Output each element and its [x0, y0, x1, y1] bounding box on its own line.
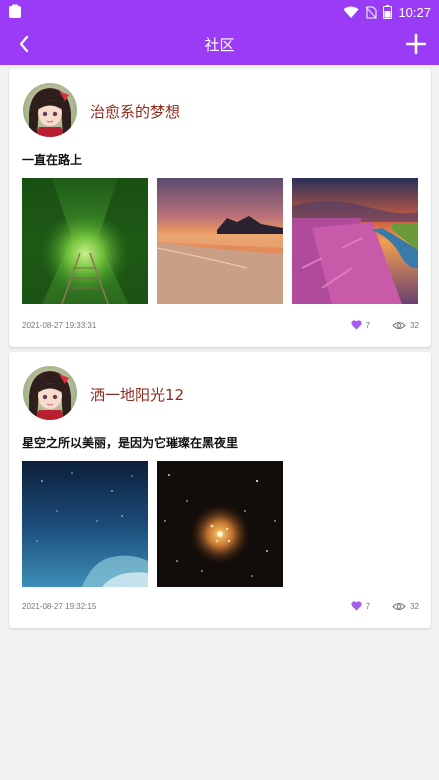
post-stats: 7 32 — [351, 601, 419, 611]
post-content: 一直在路上 — [22, 153, 83, 167]
eye-icon — [392, 602, 406, 610]
post-username[interactable]: 治愈系的梦想 — [90, 101, 180, 122]
post-card[interactable]: 洒一地阳光12 星空之所以美丽，是因为它璀璨在黑夜里 2021-08-27 19… — [9, 352, 431, 628]
flower-coast-photo[interactable] — [292, 178, 418, 304]
post-images — [22, 461, 283, 587]
view-stat: 32 — [392, 602, 419, 611]
green-tunnel-photo[interactable] — [22, 178, 148, 304]
view-stat: 32 — [392, 321, 419, 330]
post-time: 2021-08-27 19:33:31 — [22, 321, 97, 330]
post-images — [22, 178, 418, 304]
post-card[interactable]: 治愈系的梦想 一直在路上 2021-08-27 19:33:31 7 32 — [9, 69, 431, 347]
view-count: 32 — [410, 601, 419, 611]
add-post-button[interactable] — [403, 31, 429, 57]
sunset-beach-photo[interactable] — [157, 178, 283, 304]
battery-icon — [383, 5, 393, 19]
status-time: 10:27 — [398, 4, 431, 20]
like-count: 7 — [365, 601, 371, 611]
post-time: 2021-08-27 19:32:15 — [22, 602, 97, 611]
night-sky-photo[interactable] — [22, 461, 148, 587]
plus-icon — [406, 34, 426, 54]
heart-icon — [351, 320, 362, 330]
avatar-image — [23, 366, 77, 420]
like-button[interactable]: 7 — [351, 320, 370, 330]
clipboard-icon — [9, 4, 21, 18]
post-stats: 7 32 — [351, 320, 419, 330]
view-count: 32 — [410, 320, 419, 330]
wifi-icon — [343, 6, 359, 18]
like-button[interactable]: 7 — [351, 601, 370, 611]
avatar[interactable] — [23, 83, 77, 137]
avatar[interactable] — [23, 366, 77, 420]
status-bar: 10:27 — [0, 0, 439, 24]
page-title: 社区 — [204, 36, 235, 54]
post-content: 星空之所以美丽，是因为它璀璨在黑夜里 — [22, 436, 239, 450]
star-cluster-photo[interactable] — [157, 461, 283, 587]
like-count: 7 — [365, 320, 371, 330]
post-username[interactable]: 洒一地阳光12 — [90, 384, 184, 405]
heart-icon — [351, 601, 362, 611]
eye-icon — [392, 321, 406, 329]
app-bar: 社区 — [0, 24, 439, 65]
avatar-image — [23, 83, 77, 137]
status-icons: 10:27 — [343, 3, 431, 21]
no-sim-icon — [365, 5, 378, 19]
